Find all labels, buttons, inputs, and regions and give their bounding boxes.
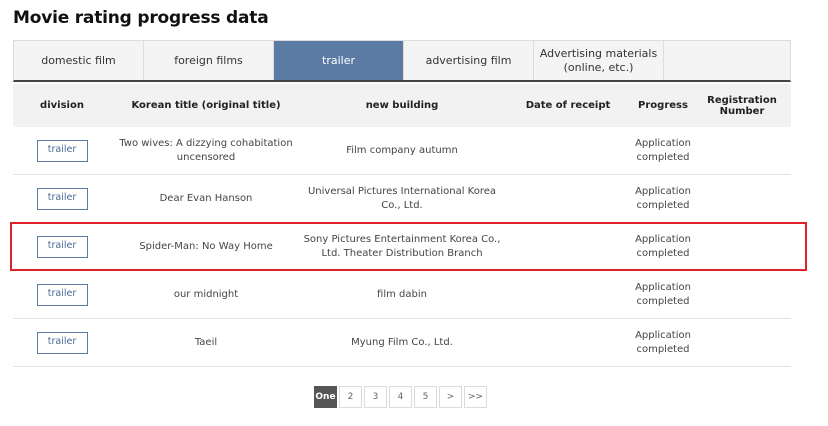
last-page-button[interactable]: >>: [464, 386, 487, 408]
cell-title: Dear Evan Hanson: [159, 192, 253, 204]
page-button-3[interactable]: 3: [364, 386, 387, 408]
division-button[interactable]: trailer: [36, 235, 88, 258]
cell-title: Spider-Man: No Way Home: [139, 240, 273, 252]
tab-trailer[interactable]: trailer: [274, 41, 404, 80]
header-division: division: [40, 100, 84, 111]
page-button-1[interactable]: One: [314, 386, 337, 408]
cell-date: [503, 271, 633, 318]
tab-foreign-films[interactable]: foreign films: [144, 41, 274, 80]
header-title: Korean title (original title): [131, 100, 281, 111]
cell-progress: Application completed: [635, 234, 691, 259]
cell-registration-number: [693, 223, 791, 270]
page-button-5[interactable]: 5: [414, 386, 437, 408]
next-page-button[interactable]: >: [439, 386, 462, 408]
table-row: trailer Dear Evan Hanson Universal Pictu…: [13, 175, 791, 223]
division-button[interactable]: trailer: [36, 331, 88, 354]
division-button[interactable]: trailer: [36, 187, 88, 210]
cell-building: Universal Pictures International Korea C…: [307, 186, 497, 211]
table-row: trailer Taeil Myung Film Co., Ltd. Appli…: [13, 319, 791, 367]
tab-domestic-film[interactable]: domestic film: [14, 41, 144, 80]
tab-advertising-materials[interactable]: Advertising materials (online, etc.): [534, 41, 664, 80]
cell-progress: Application completed: [635, 330, 691, 355]
tab-empty: [664, 41, 790, 80]
cell-registration-number: [693, 271, 791, 318]
cell-progress: Application completed: [635, 186, 691, 211]
cell-building: Myung Film Co., Ltd.: [351, 336, 453, 348]
cell-title: our midnight: [173, 288, 239, 300]
cell-progress: Application completed: [635, 138, 691, 163]
division-button[interactable]: trailer: [36, 139, 88, 162]
cell-registration-number: [693, 319, 791, 366]
page-button-2[interactable]: 2: [339, 386, 362, 408]
cell-title: Two wives: A dizzying cohabitation uncen…: [119, 138, 293, 163]
cell-title: Taeil: [194, 336, 218, 348]
page-button-4[interactable]: 4: [389, 386, 412, 408]
cell-date: [503, 223, 633, 270]
header-building: new building: [365, 100, 439, 111]
cell-date: [503, 127, 633, 174]
category-tabs: domestic film foreign films trailer adve…: [13, 40, 791, 82]
table-row: trailer our midnight film dabin Applicat…: [13, 271, 791, 319]
header-progress: Progress: [638, 100, 688, 111]
table-body: trailer Two wives: A dizzying cohabitati…: [13, 127, 791, 367]
division-button[interactable]: trailer: [36, 283, 88, 306]
table-row: trailer Two wives: A dizzying cohabitati…: [13, 127, 791, 175]
cell-building: film dabin: [377, 288, 427, 300]
cell-date: [503, 175, 633, 222]
tab-advertising-film[interactable]: advertising film: [404, 41, 534, 80]
cell-registration-number: [693, 127, 791, 174]
cell-registration-number: [693, 175, 791, 222]
header-date: Date of receipt: [525, 100, 611, 111]
cell-progress: Application completed: [635, 282, 691, 307]
cell-building: Film company autumn: [346, 144, 458, 156]
header-registration-number: Registration Number: [707, 94, 777, 117]
cell-date: [503, 319, 633, 366]
cell-building: Sony Pictures Entertainment Korea Co., L…: [303, 234, 501, 259]
pagination: One 2 3 4 5 > >>: [314, 386, 487, 408]
table-header: division Korean title (original title) n…: [13, 84, 791, 127]
page-title: Movie rating progress data: [13, 8, 269, 28]
table-row: trailer Spider-Man: No Way Home Sony Pic…: [13, 223, 791, 271]
